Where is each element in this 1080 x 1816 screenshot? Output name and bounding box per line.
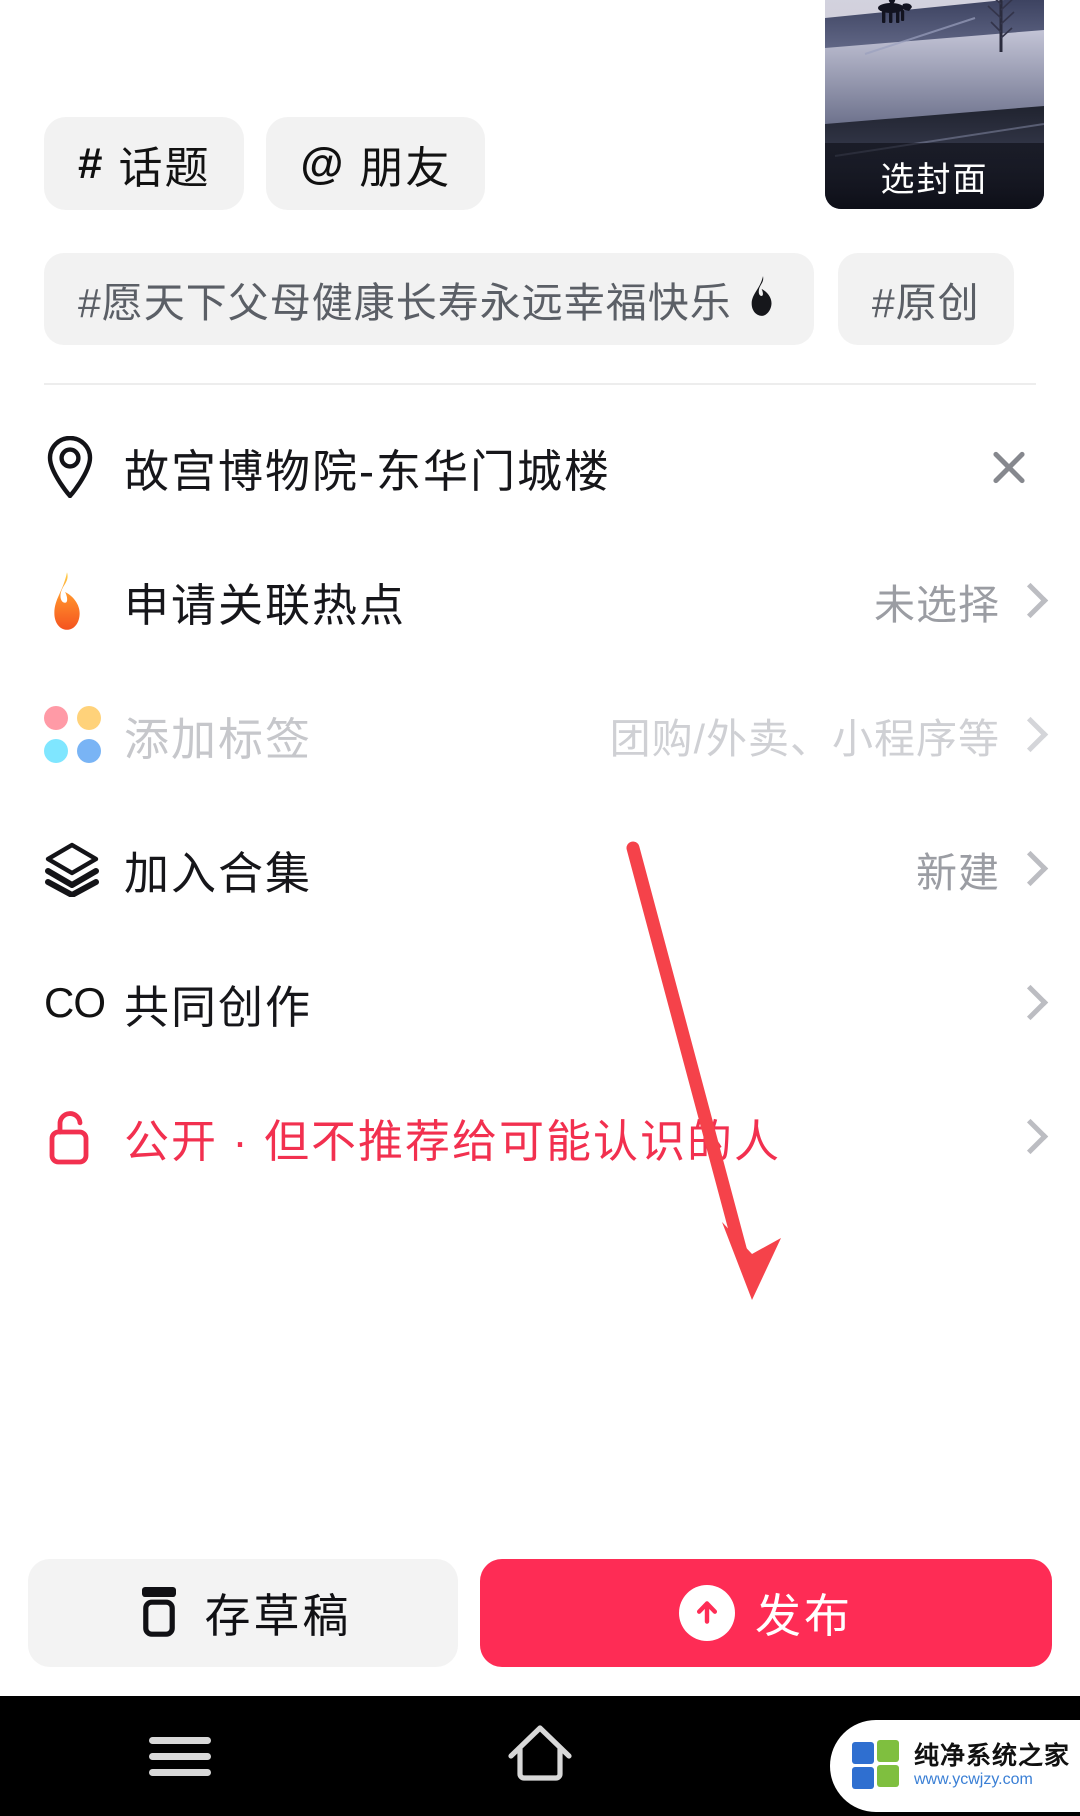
settings-row-add-tag-value: 团购/外卖、小程序等 <box>609 716 1000 762</box>
settings-row-privacy-label: 公开 · 但不推荐给可能认识的人 <box>124 1115 781 1167</box>
arrow-up-glyph <box>696 1601 718 1624</box>
chevron-right-icon <box>1018 987 1036 1020</box>
compose-top-area: # 话题 @ 朋友 选封面 <box>0 0 1080 240</box>
settings-row-add-tag-label: 添加标签 <box>124 713 313 765</box>
system-menu-button[interactable] <box>0 1728 360 1785</box>
settings-row-location[interactable]: 故宫博物院-东华门城楼 <box>0 400 1080 534</box>
hashtag-suggestion-text: #愿天下父母健康长寿永远幸福快乐 <box>78 280 732 326</box>
co-create-icon: CO <box>44 979 106 1026</box>
four-dots-icon <box>44 706 124 764</box>
settings-row-collection[interactable]: 加入合集 新建 <box>0 802 1080 936</box>
draft-box-icon <box>135 1585 183 1642</box>
save-draft-label: 存草稿 <box>204 1590 352 1642</box>
settings-row-add-tag-trailing[interactable]: 团购/外卖、小程序等 <box>610 705 1036 765</box>
watermark-text: 纯净系统之家 www.ycwjzy.com <box>914 1742 1070 1789</box>
location-pin-glyph <box>47 436 93 498</box>
chevron-right-icon <box>1018 1121 1036 1154</box>
topic-chip-button[interactable]: # 话题 <box>44 117 245 210</box>
layers-glyph <box>45 842 99 897</box>
hashtag-suggestion-list[interactable]: #愿天下父母健康长寿永远幸福快乐 #原创 <box>0 253 1080 345</box>
settings-row-hotspot-label: 申请关联热点 <box>124 579 407 631</box>
chevron-right-icon <box>1018 585 1036 618</box>
section-divider <box>44 383 1036 385</box>
friend-chip-button[interactable]: @ 朋友 <box>266 117 486 210</box>
hashtag-suggestion-chip[interactable]: #原创 <box>837 253 1014 345</box>
settings-row-cocreate[interactable]: CO 共同创作 <box>0 936 1080 1070</box>
settings-row-hotspot[interactable]: 申请关联热点 未选择 <box>0 534 1080 668</box>
fire-icon <box>746 276 780 322</box>
settings-row-collection-label: 加入合集 <box>124 847 313 899</box>
system-home-button[interactable] <box>360 1724 720 1789</box>
menu-icon <box>149 1728 211 1785</box>
watermark: 纯净系统之家 www.ycwjzy.com <box>830 1720 1080 1812</box>
settings-list: 故宫博物院-东华门城楼 申请关联热点 未选择 添加标签 团购/外卖、小程序等 加… <box>0 400 1080 1204</box>
settings-row-location-trailing[interactable] <box>982 440 1036 494</box>
cover-label: 选封面 <box>825 143 1044 209</box>
settings-row-add-tag[interactable]: 添加标签 团购/外卖、小程序等 <box>0 668 1080 802</box>
publish-label: 发布 <box>755 1590 853 1642</box>
layers-icon <box>44 841 124 897</box>
save-draft-button[interactable]: 存草稿 <box>28 1559 458 1667</box>
fire-icon-glyph <box>54 572 80 630</box>
settings-row-cocreate-trailing[interactable] <box>1018 987 1036 1020</box>
publish-button[interactable]: 发布 <box>480 1559 1052 1667</box>
home-icon <box>507 1724 573 1789</box>
arrow-up-circle-icon <box>679 1585 735 1641</box>
cover-selector-button[interactable]: 选封面 <box>825 0 1044 209</box>
settings-row-cocreate-label: 共同创作 <box>124 981 313 1033</box>
four-dots-glyph <box>44 706 102 764</box>
topic-chip-label: 话题 <box>118 143 211 193</box>
watermark-url: www.ycwjzy.com <box>914 1771 1033 1789</box>
home-glyph <box>508 1724 572 1781</box>
friend-chip-label: 朋友 <box>359 143 452 193</box>
close-icon[interactable] <box>982 440 1036 494</box>
settings-row-privacy-trailing[interactable] <box>1018 1121 1036 1154</box>
hashtag-icon: # <box>78 138 103 188</box>
fire-icon-glyph <box>751 276 772 316</box>
draft-box-glyph <box>141 1586 176 1637</box>
hashtag-suggestion-text: #原创 <box>871 280 980 326</box>
compose-toolbar: # 话题 @ 朋友 <box>44 117 486 210</box>
at-icon: @ <box>300 138 344 188</box>
settings-row-collection-value: 新建 <box>916 850 1000 896</box>
publish-settings-screen: # 话题 @ 朋友 选封面 #愿天下父母健康长寿永远幸福快乐 #原创 故宫博物院… <box>0 0 1080 1816</box>
fire-icon <box>44 572 124 630</box>
unlock-icon <box>44 1108 124 1166</box>
settings-row-collection-trailing[interactable]: 新建 <box>916 839 1036 899</box>
system-navigation-bar: 纯净系统之家 www.ycwjzy.com <box>0 1696 1080 1816</box>
watermark-title: 纯净系统之家 <box>914 1742 1071 1771</box>
settings-row-location-label: 故宫博物院-东华门城楼 <box>124 445 611 497</box>
chevron-right-icon <box>1018 853 1036 886</box>
hashtag-suggestion-chip[interactable]: #愿天下父母健康长寿永远幸福快乐 <box>44 253 814 345</box>
chevron-right-icon <box>1018 719 1036 752</box>
watermark-logo-icon <box>852 1740 904 1792</box>
settings-row-hotspot-trailing[interactable]: 未选择 <box>874 571 1036 631</box>
location-pin-icon <box>44 436 124 498</box>
settings-row-privacy[interactable]: 公开 · 但不推荐给可能认识的人 <box>0 1070 1080 1204</box>
unlock-glyph <box>49 1111 89 1165</box>
settings-row-hotspot-value: 未选择 <box>874 582 1000 628</box>
action-bar: 存草稿 发布 <box>0 1530 1080 1696</box>
